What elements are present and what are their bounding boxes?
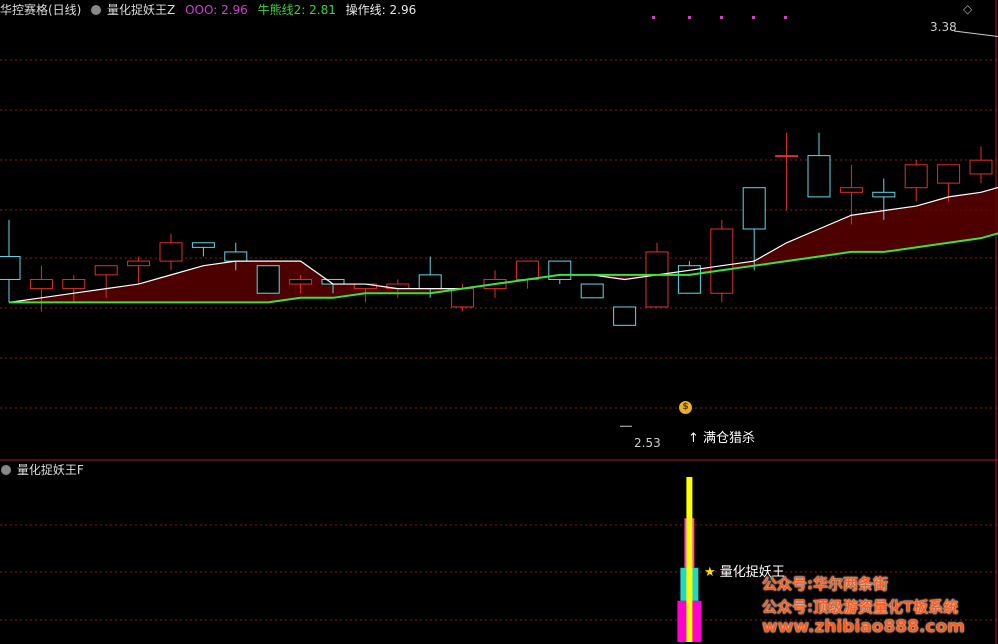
sub-bar-yellow bbox=[686, 477, 693, 642]
stock-title: 华控赛格(日线) bbox=[0, 3, 82, 17]
chart-canvas bbox=[0, 0, 998, 644]
signal-dot-2 bbox=[720, 16, 723, 19]
candle-body-7 bbox=[224, 251, 248, 262]
candle-body-9 bbox=[289, 278, 313, 285]
low-price-marker: 2.53 bbox=[634, 436, 661, 450]
candle-body-13 bbox=[418, 274, 442, 290]
candle-body-19 bbox=[613, 306, 637, 326]
indicator-toggle-icon[interactable] bbox=[91, 5, 102, 15]
signal-dot-0 bbox=[652, 16, 655, 19]
candle-body-26 bbox=[839, 187, 863, 193]
candle-body-18 bbox=[580, 283, 604, 299]
candle-body-16 bbox=[515, 260, 539, 280]
candle-body-0 bbox=[0, 256, 21, 280]
indicator-name: 量化捉妖王Z bbox=[107, 3, 176, 17]
candle-body-27 bbox=[872, 191, 896, 198]
legend-operation-line: 操作线: 2.96 bbox=[345, 3, 417, 17]
signal-annotation: ↑ 满仓猎杀 bbox=[688, 432, 755, 446]
candle-body-4 bbox=[127, 260, 151, 267]
watermark-1: 公众号:华尔两条街 bbox=[762, 575, 888, 593]
candle-body-25 bbox=[807, 155, 831, 198]
candle-body-1 bbox=[29, 278, 53, 290]
candle-body-23 bbox=[742, 187, 766, 230]
legend-bull-bear: 牛熊线2: 2.81 bbox=[257, 3, 336, 17]
signal-text: 满仓猎杀 bbox=[703, 431, 756, 446]
chart-window: 华控赛格(日线) 量化捉妖王Z OOO: 2.96 牛熊线2: 2.81 操作线… bbox=[0, 0, 998, 644]
legend-ooo: OOO: 2.96 bbox=[185, 3, 248, 17]
high-price-marker: 3.38 bbox=[930, 20, 957, 34]
signal-dot-3 bbox=[752, 16, 755, 19]
star-icon: ★ bbox=[704, 565, 716, 580]
arrow-up-icon: ↑ bbox=[688, 431, 699, 446]
signal-dot-4 bbox=[784, 16, 787, 19]
candle-body-8 bbox=[256, 265, 280, 294]
candle-body-2 bbox=[62, 278, 86, 290]
money-bag-icon: $ bbox=[679, 401, 692, 414]
candle-body-28 bbox=[904, 164, 928, 189]
candle-body-24 bbox=[775, 155, 799, 158]
candle-body-22 bbox=[710, 228, 734, 294]
sub-indicator-toggle-icon[interactable] bbox=[1, 465, 11, 475]
candle-body-6 bbox=[191, 242, 215, 248]
candle-body-30 bbox=[969, 159, 993, 175]
candle-body-20 bbox=[645, 251, 669, 308]
candle-body-3 bbox=[94, 265, 118, 276]
candle-body-5 bbox=[159, 242, 183, 262]
candle-body-14 bbox=[451, 288, 475, 308]
watermark-2: 公众号:顶级游资量化T板系统 bbox=[762, 598, 959, 616]
sub-indicator-name: 量化捉妖王F bbox=[16, 463, 84, 477]
high-marker-pointer bbox=[953, 30, 998, 37]
signal-dot-1 bbox=[688, 16, 691, 19]
sub-panel-header: 量化捉妖王F bbox=[0, 463, 84, 477]
watermark-3: www.zhibiao888.com bbox=[762, 617, 965, 637]
main-panel-header: 华控赛格(日线) 量化捉妖王Z OOO: 2.96 牛熊线2: 2.81 操作线… bbox=[0, 3, 416, 17]
diamond-icon[interactable]: ◇ bbox=[963, 2, 972, 16]
candle-body-29 bbox=[937, 164, 961, 184]
